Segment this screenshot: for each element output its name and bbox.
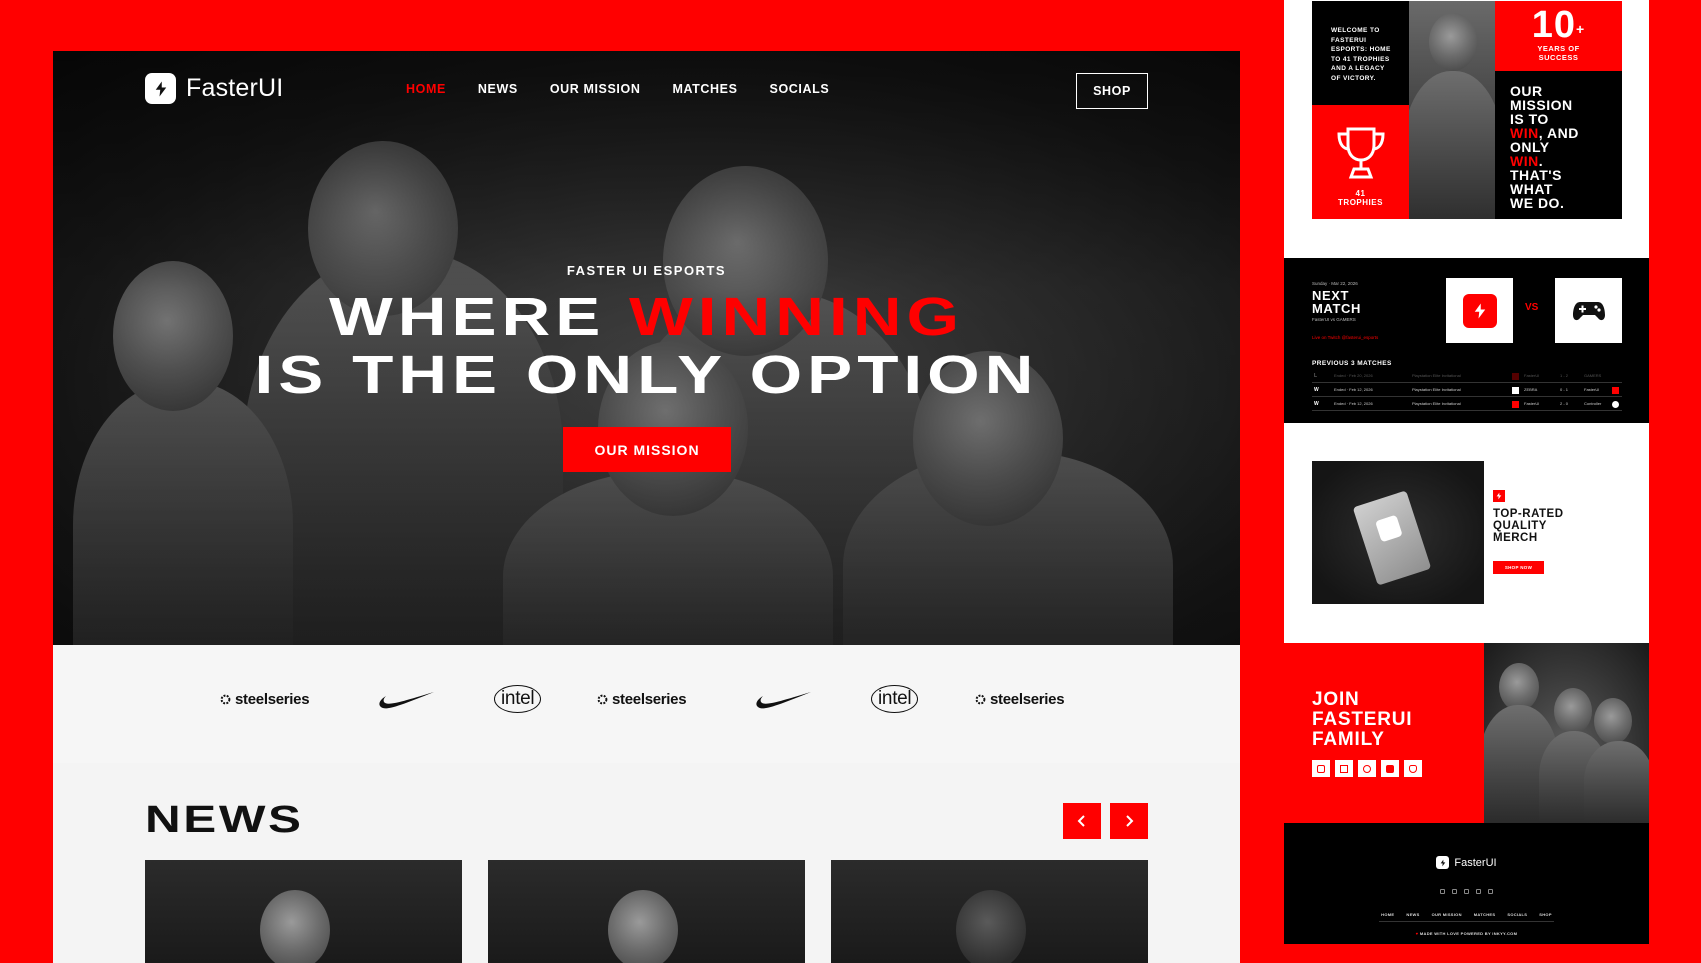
preview-column: WELCOME TO FASTERUI ESPORTS: HOME TO 41 … xyxy=(1284,0,1649,944)
trophy-label: TROPHIES xyxy=(1338,198,1383,207)
merch-photo xyxy=(1312,461,1484,604)
nav-item-home[interactable]: HOME xyxy=(406,82,446,96)
years-card: 10+ YEARS OF SUCCESS xyxy=(1495,1,1622,71)
discord-icon[interactable] xyxy=(1404,760,1422,777)
mission-statement: OUR MISSION IS TO WIN, AND ONLY WIN. THA… xyxy=(1495,71,1622,219)
brand-logo[interactable]: FasterUI xyxy=(145,73,283,104)
bolt-icon xyxy=(145,73,176,104)
footer-link-socials[interactable]: SOCIALS xyxy=(1507,912,1527,917)
team-photo xyxy=(1484,643,1649,823)
footer-link-home[interactable]: HOME xyxy=(1381,912,1394,917)
landing-page: FasterUI HOME NEWS OUR MISSION MATCHES S… xyxy=(53,51,1240,963)
trophy-icon xyxy=(1336,127,1385,179)
news-card[interactable] xyxy=(145,860,462,963)
footer-social-links xyxy=(1284,889,1649,894)
x-icon[interactable] xyxy=(1452,889,1457,894)
nav-item-matches[interactable]: MATCHES xyxy=(672,82,737,96)
brand-name: FasterUI xyxy=(186,74,284,102)
match-date: Sunday · Mar 22, 2026 xyxy=(1312,281,1358,286)
shop-now-button[interactable]: SHOP NOW xyxy=(1493,561,1544,574)
hero-line-2: IS THE ONLY OPTION xyxy=(254,345,1039,405)
shop-button[interactable]: SHOP xyxy=(1076,73,1148,109)
news-card[interactable] xyxy=(831,860,1148,963)
nav-item-socials[interactable]: SOCIALS xyxy=(770,82,830,96)
news-title: NEWS xyxy=(145,799,304,841)
merch-title: TOP-RATED QUALITY MERCH xyxy=(1493,508,1564,544)
next-match-section: Sunday · Mar 22, 2026 NEXT MATCH FasterU… xyxy=(1284,258,1649,423)
footer-link-matches[interactable]: MATCHES xyxy=(1474,912,1496,917)
footer-link-shop[interactable]: SHOP xyxy=(1539,912,1552,917)
join-section: JOIN FASTERUI FAMILY xyxy=(1284,643,1649,823)
news-prev-button[interactable] xyxy=(1063,803,1101,839)
footer-nav: HOME NEWS OUR MISSION MATCHES SOCIALS SH… xyxy=(1284,912,1649,917)
bolt-icon xyxy=(1436,856,1450,869)
footer-link-news[interactable]: NEWS xyxy=(1406,912,1419,917)
sponsor-intel-logo: intel xyxy=(871,685,919,713)
main-nav: FasterUI HOME NEWS OUR MISSION MATCHES S… xyxy=(145,73,1148,109)
about-section: WELCOME TO FASTERUI ESPORTS: HOME TO 41 … xyxy=(1284,0,1649,258)
news-next-button[interactable] xyxy=(1110,803,1148,839)
match-stream-link[interactable]: Live on Twitch @fasterui_esports xyxy=(1312,335,1378,340)
vs-label: VS xyxy=(1525,302,1539,313)
sponsor-nike-logo xyxy=(378,689,436,711)
hero-kicker: FASTER UI ESPORTS xyxy=(566,263,727,278)
tiktok-icon[interactable] xyxy=(1358,760,1376,777)
bolt-icon xyxy=(1375,514,1403,543)
previous-matches-title: PREVIOUS 3 MATCHES xyxy=(1312,360,1392,367)
sponsor-steelseries-logo: steelseries xyxy=(974,691,1065,708)
sponsor-nike-logo xyxy=(755,689,813,711)
sponsor-intel-logo: intel xyxy=(494,685,542,713)
heart-icon: ♥ xyxy=(1415,931,1419,936)
social-links xyxy=(1312,760,1422,777)
bolt-icon xyxy=(1493,490,1505,502)
trophy-count: 41 xyxy=(1355,189,1366,198)
match-row: L Ended · Feb 20, 2026 Playstation Elite… xyxy=(1312,369,1622,383)
youtube-icon[interactable] xyxy=(1476,889,1481,894)
nav-item-news[interactable]: NEWS xyxy=(478,82,518,96)
site-footer: FasterUI HOME NEWS OUR MISSION MATCHES S… xyxy=(1284,823,1649,944)
x-icon[interactable] xyxy=(1335,760,1353,777)
credit-link[interactable]: INKYY.COM xyxy=(1492,931,1517,936)
match-row: W Ended · Feb 12, 2026 Playstation Elite… xyxy=(1312,397,1622,411)
gamepad-icon xyxy=(1572,301,1605,320)
sponsor-steelseries-logo: steelseries xyxy=(596,691,687,708)
hero-line-1: WHERE WINNING xyxy=(329,287,964,347)
team-fasterui-logo xyxy=(1446,278,1513,343)
next-match-title: NEXT MATCH xyxy=(1312,288,1361,316)
footer-credit: ♥ MADE WITH LOVE POWERED BY INKYY.COM xyxy=(1415,931,1518,936)
team-gamers-logo xyxy=(1555,278,1622,343)
hero-highlight: WINNING xyxy=(629,287,964,347)
footer-logo[interactable]: FasterUI xyxy=(1284,856,1649,869)
sponsor-strip: steelseries intel steelseries intel stee… xyxy=(53,645,1240,763)
instagram-icon[interactable] xyxy=(1440,889,1445,894)
footer-link-our-mission[interactable]: OUR MISSION xyxy=(1432,912,1462,917)
hero-section: FasterUI HOME NEWS OUR MISSION MATCHES S… xyxy=(53,51,1240,645)
instagram-icon[interactable] xyxy=(1312,760,1330,777)
match-teams: FasterUI vs GAMERS xyxy=(1312,317,1356,322)
tiktok-icon[interactable] xyxy=(1464,889,1469,894)
nav-item-our-mission[interactable]: OUR MISSION xyxy=(550,82,641,96)
our-mission-button[interactable]: OUR MISSION xyxy=(563,427,731,472)
news-section: NEWS xyxy=(53,763,1240,963)
chevron-left-icon xyxy=(1077,815,1085,827)
player-photo xyxy=(1409,1,1495,219)
trophy-card: 41 TROPHIES xyxy=(1312,105,1409,219)
news-card[interactable] xyxy=(488,860,805,963)
hero-headline: FASTER UI ESPORTS WHERE WINNING IS THE O… xyxy=(53,263,1240,404)
bolt-icon xyxy=(1462,293,1497,328)
welcome-text: WELCOME TO FASTERUI ESPORTS: HOME TO 41 … xyxy=(1312,1,1409,105)
merch-section: TOP-RATED QUALITY MERCH SHOP NOW xyxy=(1284,423,1649,643)
chevron-right-icon xyxy=(1126,815,1134,827)
youtube-icon[interactable] xyxy=(1381,760,1399,777)
years-number: 10 xyxy=(1531,4,1577,46)
sponsor-steelseries-logo: steelseries xyxy=(219,691,310,708)
join-title: JOIN FASTERUI FAMILY xyxy=(1312,689,1413,750)
match-row: W Ended · Feb 12, 2026 Playstation Elite… xyxy=(1312,383,1622,397)
discord-icon[interactable] xyxy=(1488,889,1493,894)
nav-links: HOME NEWS OUR MISSION MATCHES SOCIALS xyxy=(406,82,861,96)
